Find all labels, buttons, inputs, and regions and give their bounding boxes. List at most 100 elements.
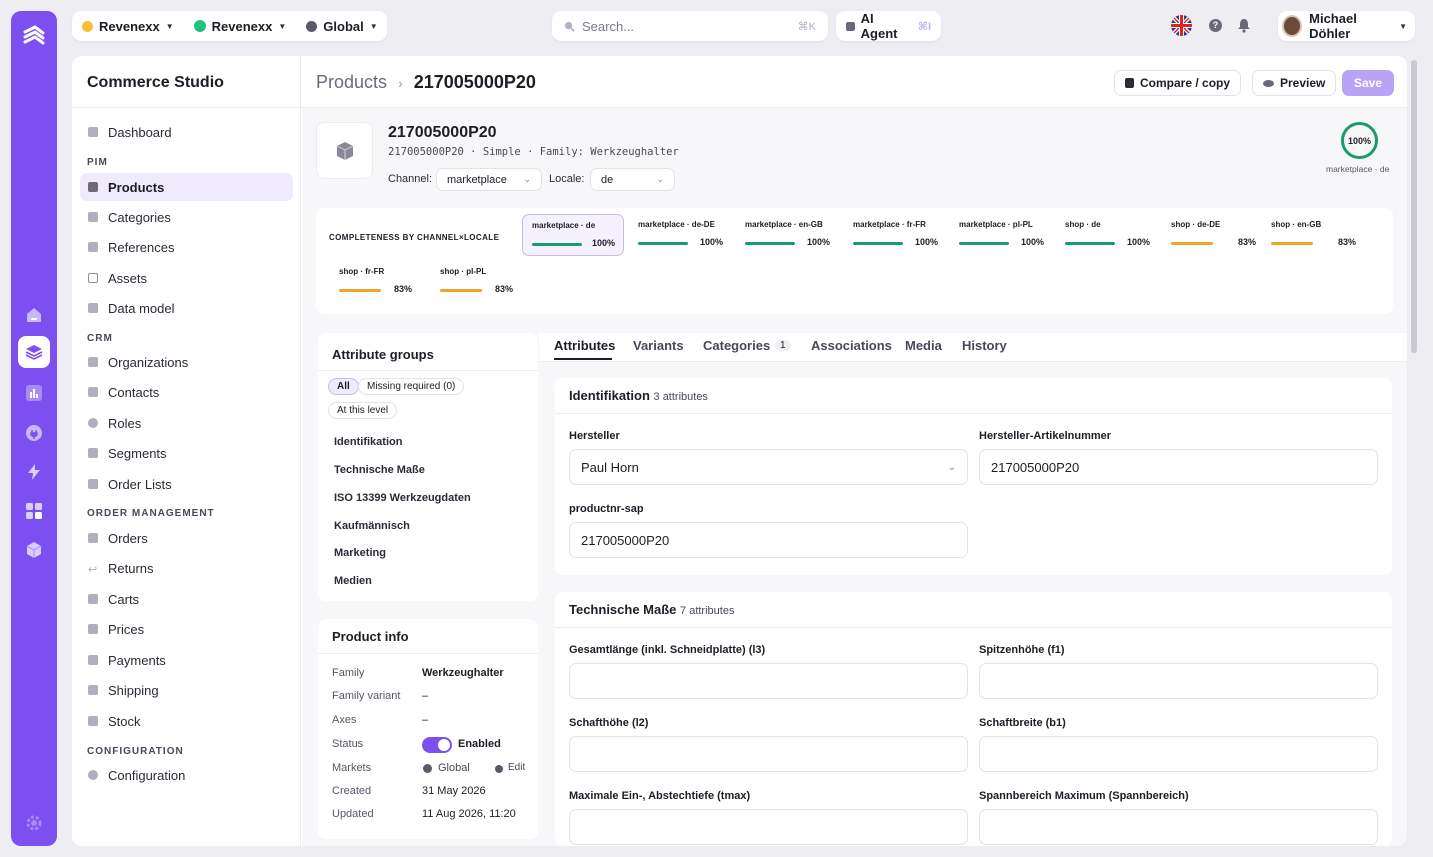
orders-icon: [88, 533, 98, 543]
info-label-family: Family: [332, 667, 365, 679]
sidebar-item-dashboard[interactable]: Dashboard: [80, 118, 293, 146]
help-icon[interactable]: ?: [1209, 19, 1222, 32]
hersteller-select[interactable]: Paul Horn ⌄: [569, 449, 968, 485]
notification-bell-icon[interactable]: [1237, 18, 1251, 33]
settings-gear-icon[interactable]: [23, 812, 45, 834]
channel-value: marketplace: [447, 173, 507, 186]
breadcrumb-products-link[interactable]: Products: [316, 72, 387, 92]
preview-button[interactable]: Preview: [1252, 70, 1337, 96]
completeness-chip[interactable]: shop · fr-FR 83%: [330, 261, 432, 303]
sidebar-item-organizations[interactable]: Organizations: [80, 348, 293, 376]
user-menu[interactable]: Michael Döhler ▼: [1278, 11, 1415, 41]
schafthoehe-input[interactable]: [569, 736, 968, 772]
info-label-axes: Axes: [332, 714, 357, 726]
sidebar-item-order-lists[interactable]: Order Lists: [80, 470, 293, 498]
apps-grid-icon[interactable]: [23, 500, 45, 522]
spannbereich-input[interactable]: [979, 809, 1378, 845]
scrollbar[interactable]: [1411, 60, 1417, 353]
group-kaufmaennisch[interactable]: Kaufmännisch: [334, 520, 410, 532]
locale-select[interactable]: de ⌄: [590, 168, 675, 191]
artikelnummer-input[interactable]: 217005000P20: [979, 449, 1378, 485]
filter-at-this-level-chip[interactable]: At this level: [328, 402, 398, 419]
catalog-layers-icon[interactable]: [18, 336, 50, 368]
group-identifikation[interactable]: Identifikation: [334, 436, 402, 448]
chevron-down-icon: ▼: [165, 21, 174, 31]
completeness-bar: [339, 289, 381, 292]
completeness-chip[interactable]: shop · en-GB 83%: [1262, 214, 1364, 256]
sidebar-item-configuration[interactable]: Configuration: [80, 761, 293, 789]
sidebar-item-label: Stock: [108, 713, 141, 729]
save-button[interactable]: Save: [1342, 70, 1394, 96]
completeness-chip[interactable]: shop · pl-PL 83%: [431, 261, 533, 303]
tab-attributes[interactable]: Attributes: [554, 338, 615, 353]
completeness-chip[interactable]: marketplace · de-DE 100%: [629, 214, 731, 256]
completeness-chip[interactable]: shop · de-DE 83%: [1162, 214, 1264, 256]
group-technische-masse[interactable]: Technische Maße: [334, 464, 425, 476]
abstechtiefe-input[interactable]: [569, 809, 968, 845]
status-toggle[interactable]: [422, 737, 452, 753]
group-marketing[interactable]: Marketing: [334, 547, 386, 559]
attribute-count: 3 attributes: [653, 391, 708, 403]
markets-edit-link[interactable]: Edit: [508, 762, 525, 773]
language-flag-icon[interactable]: [1171, 15, 1192, 36]
scope-dropdown[interactable]: Global ▼: [296, 11, 387, 41]
tab-categories[interactable]: Categories: [703, 338, 770, 353]
sidebar-item-segments[interactable]: Segments: [80, 439, 293, 467]
breadcrumb-separator: ›: [398, 75, 403, 91]
completeness-chip[interactable]: marketplace · fr-FR 100%: [844, 214, 946, 256]
sidebar-item-orders[interactable]: Orders: [80, 524, 293, 552]
sidebar-item-shipping[interactable]: Shipping: [80, 676, 293, 704]
sidebar-item-carts[interactable]: Carts: [80, 585, 293, 613]
automation-bolt-icon[interactable]: [23, 461, 45, 483]
tab-associations[interactable]: Associations: [811, 338, 892, 353]
completeness-chip[interactable]: shop · de 100%: [1056, 214, 1158, 256]
sidebar-item-products[interactable]: Products: [80, 173, 293, 201]
completeness-chip[interactable]: marketplace · de 100%: [522, 214, 624, 256]
channel-select[interactable]: marketplace ⌄: [436, 168, 542, 191]
package-cube-icon[interactable]: [23, 539, 45, 561]
analytics-icon[interactable]: [23, 382, 45, 404]
sidebar-item-stock[interactable]: Stock: [80, 707, 293, 735]
chevron-down-icon: ⌄: [947, 461, 956, 473]
ai-agent-button[interactable]: AI Agent ⌘I: [836, 11, 941, 41]
compare-copy-button[interactable]: Compare / copy: [1114, 70, 1242, 96]
sidebar-item-roles[interactable]: Roles: [80, 409, 293, 437]
productnr-sap-value: 217005000P20: [581, 532, 670, 548]
schaftbreite-input[interactable]: [979, 736, 1378, 772]
info-label-created: Created: [332, 785, 372, 797]
search-input[interactable]: Search... ⌘K: [552, 11, 828, 41]
gesamtlaenge-input[interactable]: [569, 663, 968, 699]
home-icon[interactable]: [23, 304, 45, 326]
completeness-chip-value: 100%: [1020, 237, 1044, 247]
tab-history[interactable]: History: [962, 338, 1007, 353]
completeness-chip[interactable]: marketplace · pl-PL 100%: [950, 214, 1052, 256]
sidebar-item-payments[interactable]: Payments: [80, 646, 293, 674]
product-cube-icon: [336, 141, 353, 160]
filter-all-chip[interactable]: All: [328, 378, 359, 395]
sidebar-item-contacts[interactable]: Contacts: [80, 378, 293, 406]
sidebar-item-returns[interactable]: ↩ Returns: [80, 554, 293, 582]
tab-variants[interactable]: Variants: [633, 338, 684, 353]
group-iso-13399[interactable]: ISO 13399 Werkzeugdaten: [334, 492, 471, 504]
group-medien[interactable]: Medien: [334, 575, 372, 587]
plugin-icon[interactable]: [23, 422, 45, 444]
sidebar-item-references[interactable]: References: [80, 233, 293, 261]
completeness-chip[interactable]: marketplace · en-GB 100%: [736, 214, 838, 256]
cart-icon: [88, 594, 98, 604]
tenant-1-dropdown[interactable]: Revenexx ▼: [72, 11, 184, 41]
product-summary: 217005000P20 217005000P20 · Simple · Fam…: [302, 108, 1407, 208]
sidebar-item-prices[interactable]: Prices: [80, 615, 293, 643]
completeness-chip-label: shop · pl-PL: [440, 267, 487, 276]
sidebar-item-categories[interactable]: Categories: [80, 203, 293, 231]
completeness-chip-label: shop · de-DE: [1171, 220, 1221, 229]
productnr-sap-input[interactable]: 217005000P20: [569, 522, 968, 558]
tenant-1-label: Revenexx: [99, 18, 160, 34]
spitzenhoehe-input[interactable]: [979, 663, 1378, 699]
sidebar-item-label: Segments: [108, 445, 167, 461]
main-panel: Commerce Studio Dashboard PIM Products C…: [72, 56, 1407, 846]
filter-missing-chip[interactable]: Missing required (0): [358, 378, 465, 395]
sidebar-item-assets[interactable]: Assets: [80, 264, 293, 292]
tenant-2-dropdown[interactable]: Revenexx ▼: [184, 11, 297, 41]
tab-media[interactable]: Media: [905, 338, 942, 353]
sidebar-item-data-model[interactable]: Data model: [80, 294, 293, 322]
